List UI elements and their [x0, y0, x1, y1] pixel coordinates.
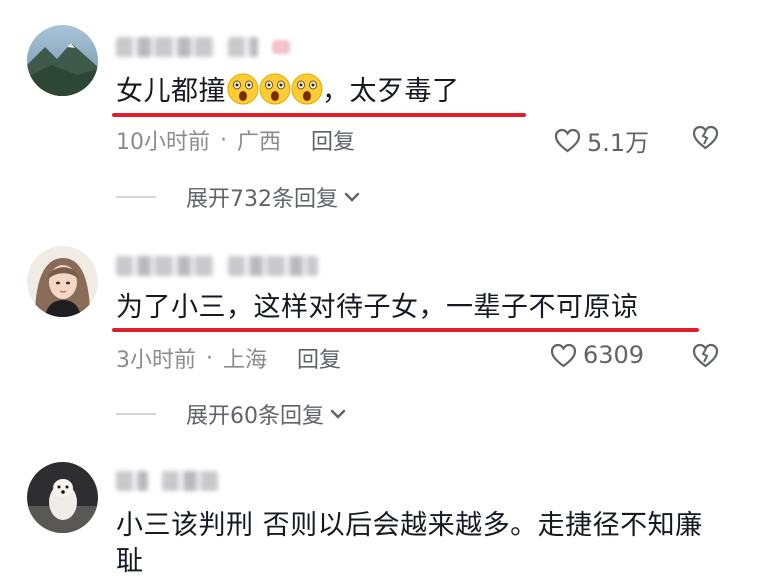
comment-location: 广西 — [237, 130, 282, 155]
avatar-landscape-image — [27, 25, 98, 96]
heart-outline-icon — [550, 343, 577, 367]
username-blurred[interactable] — [116, 34, 290, 60]
username-blurred[interactable] — [116, 468, 218, 494]
avatar-portrait-image — [27, 246, 98, 317]
dislike-button[interactable] — [692, 125, 719, 150]
like-button[interactable]: 6309 — [550, 341, 644, 369]
comment-time: 10小时前 — [116, 130, 210, 155]
astonished-face-icon — [226, 72, 260, 106]
like-count: 5.1万 — [587, 129, 650, 157]
comment-meta: 3小时前 · 上海 回复 — [116, 342, 341, 374]
like-count: 6309 — [583, 341, 645, 369]
like-button[interactable]: 5.1万 — [554, 123, 649, 158]
reply-button[interactable]: 回复 — [297, 342, 341, 374]
reply-button[interactable]: 回复 — [311, 124, 355, 156]
avatar[interactable] — [27, 25, 98, 96]
avatar-dog-image — [27, 462, 98, 533]
red-underline — [112, 113, 526, 117]
username-blurred[interactable] — [116, 253, 318, 279]
astonished-face-icon — [290, 72, 324, 106]
avatar[interactable] — [27, 246, 98, 317]
dislike-button[interactable] — [692, 343, 719, 368]
comment-text-main: 女儿都撞 — [116, 76, 226, 107]
expand-replies-button[interactable]: 展开60条回复 — [116, 398, 346, 430]
divider-line — [116, 413, 156, 415]
expand-replies-label: 展开60条回复 — [186, 404, 324, 429]
chevron-down-icon — [344, 192, 360, 202]
meta-separator: · — [220, 127, 227, 153]
comment-text-tail: ，太歹毒了 — [322, 76, 460, 107]
meta-separator: · — [206, 345, 213, 371]
astonished-face-icon — [258, 72, 292, 106]
expand-replies-button[interactable]: 展开732条回复 — [116, 181, 360, 213]
chevron-down-icon — [330, 409, 346, 419]
comment-time: 3小时前 — [116, 348, 196, 373]
broken-heart-icon — [692, 125, 719, 150]
expand-replies-label: 展开732条回复 — [186, 187, 338, 212]
comment-location: 上海 — [223, 348, 268, 373]
heart-outline-icon — [554, 128, 581, 153]
comment-text: 为了小三，这样对待子女，一辈子不可原谅 — [116, 292, 639, 323]
avatar[interactable] — [27, 462, 98, 533]
comment-meta: 10小时前 · 广西 回复 — [116, 124, 355, 156]
divider-line — [116, 196, 156, 198]
comment-text: 小三该判刑 否则以后会越来越多。走捷径不知廉耻 — [116, 510, 703, 577]
broken-heart-icon — [692, 343, 719, 368]
comment-text: 女儿都撞 ，太歹毒了 — [116, 72, 460, 110]
red-underline — [112, 328, 699, 332]
